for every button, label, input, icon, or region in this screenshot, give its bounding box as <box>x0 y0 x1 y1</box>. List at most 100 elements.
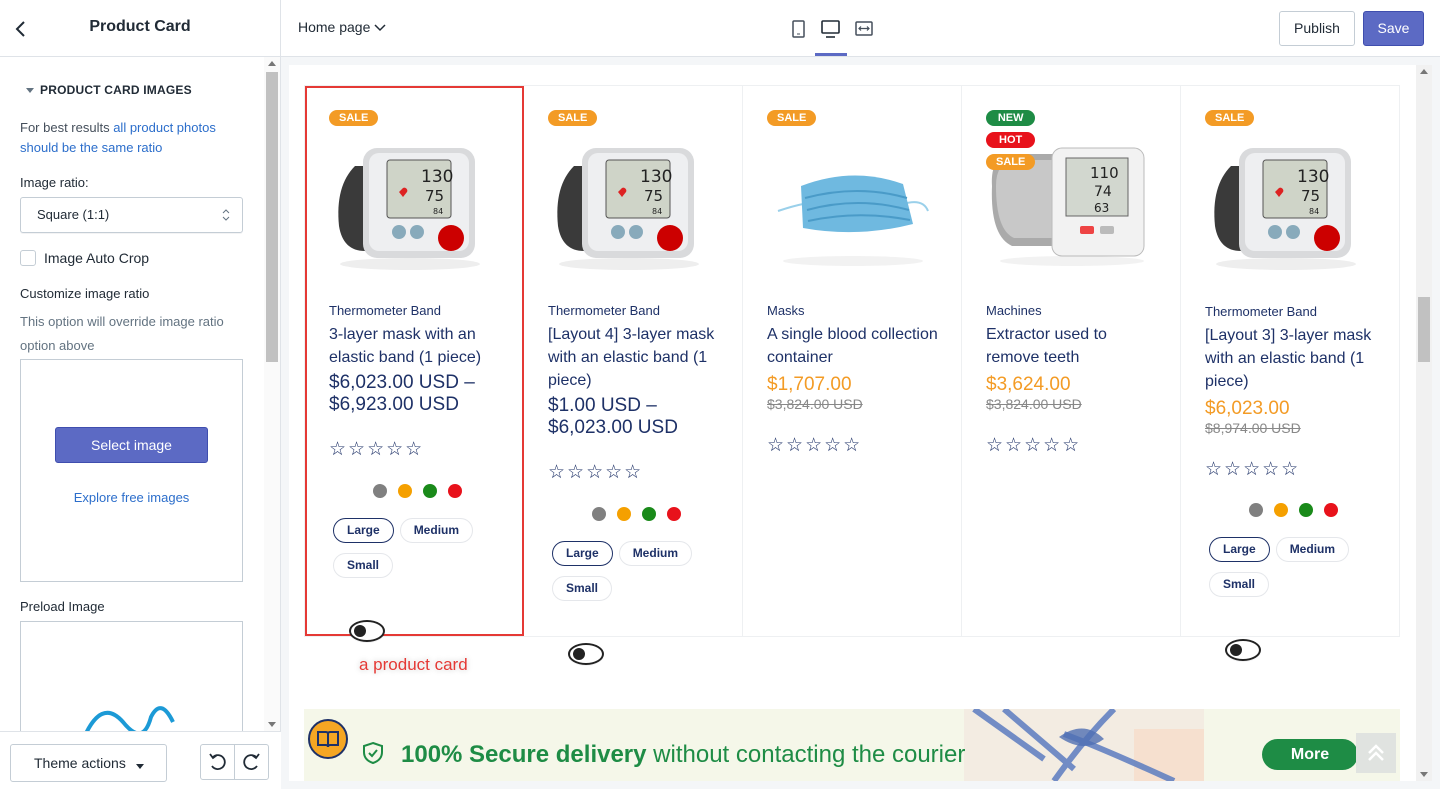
desktop-view-button[interactable] <box>815 14 847 56</box>
desktop-icon <box>821 20 840 38</box>
preview-frame: 130 75 84 SALE Thermometer Band 3-layer mask … <box>289 65 1416 781</box>
image-ratio-select[interactable]: Square (1:1) <box>20 197 243 233</box>
product-card[interactable]: 130 75 84 SALE Thermometer Band [Layout 4] 3-… <box>524 86 743 665</box>
explore-free-images-link[interactable]: Explore free images <box>21 490 242 505</box>
svg-text:84: 84 <box>433 207 443 216</box>
compare-price: $8,974.00 USD <box>1205 420 1301 436</box>
product-badge: SALE <box>767 110 817 126</box>
product-image[interactable]: 130 75 84 <box>325 126 500 276</box>
product-price: $1,707.00 <box>767 374 852 395</box>
chevron-down-icon <box>374 24 386 32</box>
product-title[interactable]: [Layout 3] 3-layer mask with an elastic … <box>1205 324 1380 393</box>
color-swatch[interactable] <box>642 507 656 521</box>
delivery-banner: 100% Secure delivery without contacting … <box>304 709 1400 781</box>
mobile-view-button[interactable] <box>783 14 813 44</box>
color-swatch[interactable] <box>349 620 385 642</box>
product-vendor[interactable]: Thermometer Band <box>329 303 441 318</box>
image-picker: Select image Explore free images <box>20 359 243 582</box>
size-option[interactable]: Small <box>333 553 394 578</box>
theme-actions-label: Theme actions <box>34 755 126 771</box>
select-arrows-icon <box>222 209 230 221</box>
image-ratio-label: Image ratio: <box>20 175 89 190</box>
sidebar-body: PRODUCT CARD IMAGES For best results all… <box>0 57 264 731</box>
color-swatch[interactable] <box>423 484 437 498</box>
size-option[interactable]: Medium <box>1275 537 1350 562</box>
page-selector[interactable]: Home page <box>298 19 386 35</box>
size-option[interactable]: Medium <box>399 518 474 543</box>
size-option[interactable]: Large <box>552 541 613 566</box>
color-swatch[interactable] <box>1324 503 1338 517</box>
size-option[interactable]: Small <box>552 576 613 601</box>
product-vendor[interactable]: Masks <box>767 303 805 318</box>
product-badge: SALE <box>1205 110 1255 126</box>
preload-label: Preload Image <box>20 599 105 614</box>
product-vendor[interactable]: Machines <box>986 303 1042 318</box>
image-ratio-value: Square (1:1) <box>37 207 110 222</box>
product-badge: SALE <box>329 110 379 126</box>
product-vendor[interactable]: Thermometer Band <box>1205 304 1317 319</box>
product-title[interactable]: [Layout 4] 3-layer mask with an elastic … <box>548 323 723 392</box>
badge-group: SALE <box>329 110 379 132</box>
product-card[interactable]: SALE Masks A single blood collection conta… <box>743 86 962 636</box>
select-image-button[interactable]: Select image <box>55 427 208 463</box>
section-heading[interactable]: PRODUCT CARD IMAGES <box>26 83 192 97</box>
undo-button[interactable] <box>200 744 235 780</box>
rating-stars: ☆☆☆☆☆ <box>986 435 1082 456</box>
color-swatch[interactable] <box>617 507 631 521</box>
product-card[interactable]: 130 75 84 SALE Thermometer Band [Layout 3] 3-… <box>1181 86 1399 661</box>
product-badge: SALE <box>986 154 1036 170</box>
svg-text:63: 63 <box>1094 201 1109 215</box>
compare-price: $3,824.00 USD <box>986 396 1082 412</box>
color-swatch[interactable] <box>1249 503 1263 517</box>
size-option[interactable]: Medium <box>618 541 693 566</box>
redo-button[interactable] <box>234 744 269 780</box>
size-option[interactable]: Small <box>1209 572 1270 597</box>
size-option[interactable]: Large <box>1209 537 1270 562</box>
fullscreen-view-button[interactable] <box>849 14 879 44</box>
publish-button[interactable]: Publish <box>1279 11 1355 46</box>
preview-scrollbar[interactable] <box>1416 65 1432 781</box>
color-swatch[interactable] <box>373 484 387 498</box>
color-swatch[interactable] <box>592 507 606 521</box>
compare-price: $3,824.00 USD <box>767 396 863 412</box>
product-image[interactable] <box>763 126 938 276</box>
color-swatch[interactable] <box>1299 503 1313 517</box>
redo-icon <box>243 753 260 770</box>
badge-group: SALE <box>548 110 598 132</box>
store-preview: 130 75 84 SALE Thermometer Band 3-layer mask … <box>281 57 1440 789</box>
more-button[interactable]: More <box>1262 739 1358 770</box>
product-image[interactable]: 130 75 84 <box>1201 126 1376 276</box>
color-swatch[interactable] <box>398 484 412 498</box>
color-swatch[interactable] <box>1274 503 1288 517</box>
size-option[interactable]: Large <box>333 518 394 543</box>
color-swatch[interactable] <box>667 507 681 521</box>
product-card[interactable]: 110 74 63 NEW HOT SALE Machines Extractor used … <box>962 86 1181 636</box>
auto-crop-label[interactable]: Image Auto Crop <box>44 250 149 266</box>
color-swatch[interactable] <box>448 484 462 498</box>
back-to-top-button[interactable] <box>1356 733 1396 773</box>
mobile-icon <box>792 20 805 38</box>
product-title[interactable]: 3-layer mask with an elastic band (1 pie… <box>329 323 504 369</box>
shield-check-icon <box>363 741 383 765</box>
preload-image-box[interactable] <box>20 621 243 731</box>
color-swatch[interactable] <box>1225 639 1261 661</box>
product-card[interactable]: 130 75 84 SALE Thermometer Band 3-layer mask … <box>305 86 524 642</box>
auto-crop-checkbox[interactable] <box>20 250 36 266</box>
product-title[interactable]: A single blood collection container <box>767 323 942 369</box>
badge-group: SALE <box>1205 110 1255 132</box>
svg-text:130: 130 <box>421 167 453 187</box>
size-options: Large MediumSmall <box>1209 537 1379 607</box>
product-vendor[interactable]: Thermometer Band <box>548 303 660 318</box>
product-image[interactable]: 130 75 84 <box>544 126 719 276</box>
color-swatch[interactable] <box>568 643 604 665</box>
sidebar-scrollbar[interactable] <box>264 57 280 731</box>
product-title[interactable]: Extractor used to remove teeth <box>986 323 1161 369</box>
svg-text:130: 130 <box>640 167 672 187</box>
svg-text:130: 130 <box>1297 167 1329 187</box>
theme-actions-button[interactable]: Theme actions <box>10 744 167 782</box>
product-badge: NEW <box>986 110 1036 126</box>
editor-topbar: Home page Publish Save <box>281 0 1440 57</box>
save-button[interactable]: Save <box>1363 11 1424 46</box>
undo-icon <box>209 753 226 770</box>
gift-ribbon-image <box>964 709 1204 781</box>
